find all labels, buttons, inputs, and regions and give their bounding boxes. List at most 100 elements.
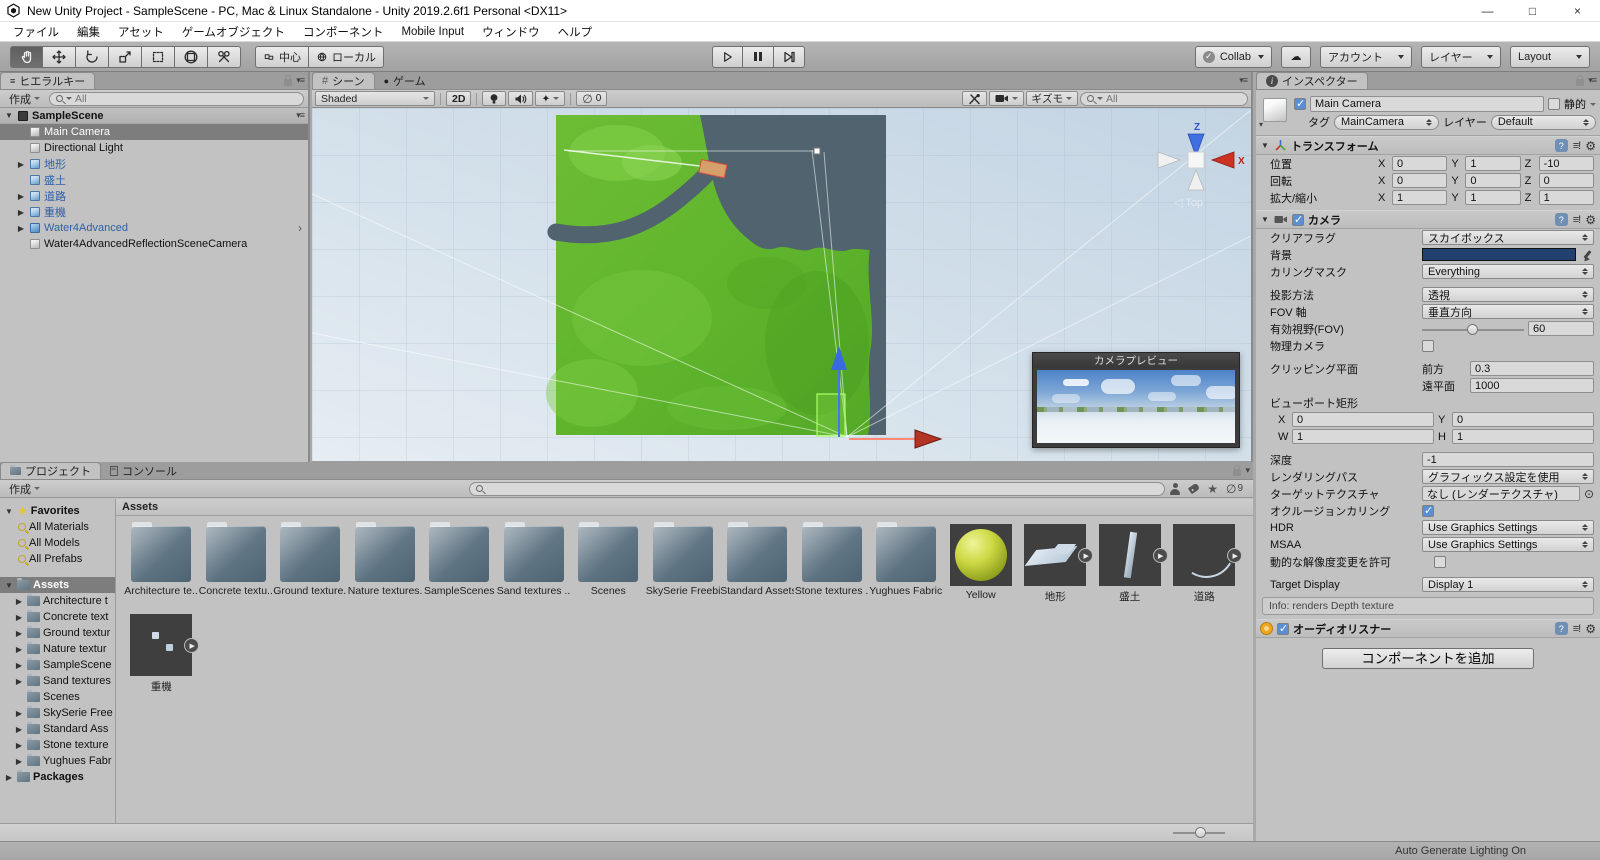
- project-search[interactable]: [469, 481, 1166, 496]
- lock-icon[interactable]: [284, 74, 293, 86]
- thumbnail-size-slider[interactable]: [1173, 826, 1225, 838]
- audio-listener-header[interactable]: オーディオリスナー ? ≡!⚙: [1256, 619, 1600, 638]
- rendering-path-dropdown[interactable]: グラフィックス設定を使用: [1422, 469, 1594, 484]
- asset-item[interactable]: Scenes: [571, 522, 646, 604]
- dynamic-resolution-checkbox[interactable]: [1434, 555, 1446, 568]
- asset-item[interactable]: SkySerie Freebie: [646, 522, 721, 604]
- asset-item[interactable]: Concrete textu...: [199, 522, 274, 604]
- hdr-dropdown[interactable]: Use Graphics Settings: [1422, 520, 1594, 535]
- background-color-field[interactable]: [1422, 248, 1576, 261]
- depth-field[interactable]: -1: [1422, 452, 1594, 467]
- expander-icon[interactable]: ▶: [16, 224, 26, 233]
- prefab-open-badge[interactable]: ▶: [1078, 548, 1094, 563]
- rotate-tool-button[interactable]: [76, 45, 109, 68]
- pivot-center-button[interactable]: 中心: [255, 45, 309, 68]
- eyedropper-icon[interactable]: [1580, 248, 1594, 262]
- favorites-root[interactable]: ▼ ★ Favorites: [0, 503, 115, 519]
- viewport-w-field[interactable]: 1: [1292, 429, 1434, 444]
- custom-tool-button[interactable]: [208, 45, 241, 68]
- hierarchy-item[interactable]: ▶ 地形: [0, 156, 308, 172]
- menu-item[interactable]: ファイル: [4, 22, 68, 42]
- label-filter-icon[interactable]: [1188, 482, 1201, 495]
- occlusion-culling-checkbox[interactable]: [1422, 504, 1434, 517]
- lighting-status[interactable]: Auto Generate Lighting On: [1395, 845, 1526, 857]
- assets-root[interactable]: ▼ Assets: [0, 577, 115, 593]
- hierarchy-item[interactable]: 盛土: [0, 172, 308, 188]
- step-button[interactable]: [774, 45, 805, 68]
- help-icon[interactable]: ?: [1554, 622, 1568, 635]
- scale-x-field[interactable]: 1: [1392, 190, 1448, 205]
- prefab-chevron-icon[interactable]: ›: [298, 221, 302, 235]
- gear-icon[interactable]: ⚙: [1585, 622, 1596, 636]
- panel-menu-icon[interactable]: ▾≡: [1239, 75, 1248, 86]
- help-icon[interactable]: ?: [1554, 213, 1568, 226]
- tab-game[interactable]: ● ゲーム: [375, 72, 435, 89]
- scene-viewport[interactable]: Z X ◁ Top カメラプレビュー: [312, 108, 1251, 461]
- add-component-button[interactable]: コンポーネントを追加: [1322, 648, 1534, 669]
- hidden-count-toggle[interactable]: ∅ 9: [1226, 482, 1243, 496]
- scene-search[interactable]: [1080, 91, 1248, 106]
- name-field[interactable]: Main Camera: [1310, 96, 1544, 112]
- close-button[interactable]: ×: [1555, 0, 1600, 22]
- asset-item[interactable]: Sand textures ...: [497, 522, 572, 604]
- minimize-button[interactable]: —: [1465, 0, 1510, 22]
- camera-enabled-checkbox[interactable]: [1292, 213, 1304, 226]
- hierarchy-item[interactable]: ▶ Water4Advanced ›: [0, 220, 308, 236]
- layout-dropdown[interactable]: Layout: [1510, 45, 1590, 68]
- gameobject-icon[interactable]: [1259, 95, 1290, 129]
- asset-item[interactable]: SampleScenes: [422, 522, 497, 604]
- presets-icon[interactable]: ≡!: [1573, 623, 1582, 635]
- packages-root[interactable]: ▶ Packages: [0, 769, 115, 785]
- menu-item[interactable]: 編集: [68, 22, 109, 42]
- favorites-filter-icon[interactable]: ★: [1207, 482, 1218, 496]
- expander-icon[interactable]: ▶: [16, 192, 26, 201]
- lock-icon[interactable]: [1576, 74, 1585, 86]
- static-dropdown-icon[interactable]: [1590, 102, 1596, 106]
- lighting-toggle[interactable]: [482, 91, 507, 106]
- expander-icon[interactable]: ▶: [16, 208, 26, 217]
- foldout-icon[interactable]: ▼: [1260, 215, 1270, 224]
- hierarchy-item[interactable]: Water4AdvancedReflectionSceneCamera: [0, 236, 308, 252]
- favorites-item[interactable]: All Models: [0, 535, 115, 551]
- scale-tool-button[interactable]: [109, 45, 142, 68]
- project-tree-item[interactable]: ▶ Nature textur: [0, 641, 115, 657]
- fov-field[interactable]: 60: [1528, 321, 1594, 336]
- presets-icon[interactable]: ≡!: [1573, 140, 1582, 152]
- project-tree-item[interactable]: ▶ Ground textur: [0, 625, 115, 641]
- viewport-x-field[interactable]: 0: [1292, 412, 1434, 427]
- menu-item[interactable]: ウィンドウ: [473, 22, 549, 42]
- panel-menu-icon[interactable]: ▾≡: [296, 75, 305, 86]
- effects-dropdown[interactable]: ✦: [535, 91, 566, 106]
- object-picker-icon[interactable]: ⊙: [1584, 487, 1594, 501]
- lock-icon[interactable]: [1233, 464, 1242, 476]
- 2d-toggle[interactable]: 2D: [446, 91, 472, 106]
- rotation-z-field[interactable]: 0: [1538, 173, 1594, 188]
- cloud-button[interactable]: ☁: [1281, 45, 1311, 68]
- scale-z-field[interactable]: 1: [1538, 190, 1594, 205]
- presets-icon[interactable]: ≡!: [1573, 214, 1582, 226]
- static-checkbox[interactable]: [1548, 98, 1560, 110]
- tab-inspector[interactable]: i インスペクター: [1256, 72, 1368, 89]
- project-tree-item[interactable]: ▶ Stone texture: [0, 737, 115, 753]
- audio-enabled-checkbox[interactable]: [1277, 622, 1289, 635]
- favorites-item[interactable]: All Materials: [0, 519, 115, 535]
- draw-mode-dropdown[interactable]: Shaded: [315, 91, 435, 106]
- fov-slider[interactable]: [1422, 322, 1524, 336]
- prefab-open-badge[interactable]: ▶: [1152, 548, 1168, 563]
- menu-item[interactable]: コンポーネント: [294, 22, 393, 42]
- scene-menu-icon[interactable]: ▾≡: [296, 110, 305, 121]
- tab-scene[interactable]: # シーン: [312, 72, 375, 89]
- project-tree-item[interactable]: ▶ Sand textures: [0, 673, 115, 689]
- project-tree-item[interactable]: Scenes: [0, 689, 115, 705]
- move-tool-button[interactable]: [43, 45, 76, 68]
- audio-toggle[interactable]: [508, 91, 534, 106]
- rotation-y-field[interactable]: 0: [1465, 173, 1521, 188]
- asset-item[interactable]: Yellow: [944, 524, 1019, 604]
- project-tree-item[interactable]: ▶ Concrete text: [0, 609, 115, 625]
- project-tree-item[interactable]: ▶ Yughues Fabr: [0, 753, 115, 769]
- project-search-input[interactable]: [486, 482, 1159, 495]
- menu-item[interactable]: アセット: [109, 22, 173, 42]
- project-tree-item[interactable]: ▶ SampleScene: [0, 657, 115, 673]
- asset-item[interactable]: Stone textures ...: [795, 522, 870, 604]
- hidden-objects-toggle[interactable]: ∅ 0: [576, 91, 608, 106]
